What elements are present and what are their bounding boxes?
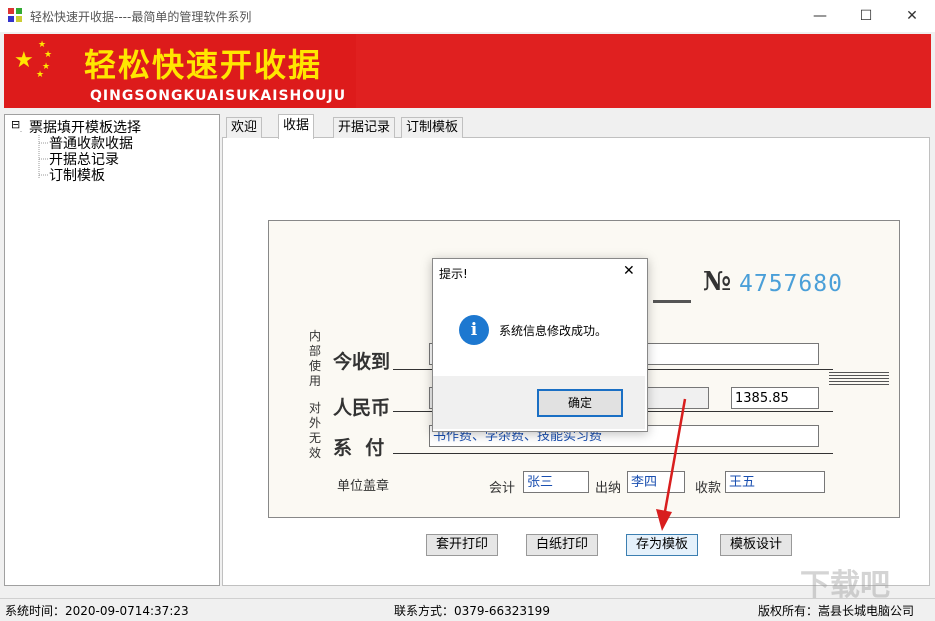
dialog-close-icon[interactable]: ✕: [623, 263, 635, 279]
cashier-label: 出纳: [595, 481, 622, 496]
seal-label: 单位盖章: [337, 479, 390, 494]
minimize-icon: —: [813, 8, 827, 24]
accountant-label: 会计: [489, 481, 516, 496]
status-bar: 系统时间：2020-09-0714:37:23 联系方式：0379-663231…: [0, 598, 935, 621]
save-template-button[interactable]: 存为模板: [626, 534, 698, 556]
status-copyright: 版权所有：嵩县长城电脑公司: [758, 604, 915, 618]
info-icon: i: [459, 315, 489, 345]
tab-welcome[interactable]: 欢迎: [226, 117, 263, 138]
tab-receipt[interactable]: 收据: [278, 114, 315, 139]
received-from-label: 今收到: [333, 351, 391, 373]
external-invalid-note: 对外无效: [309, 401, 322, 460]
window-title: 轻松快速开收据----最简单的管理软件系列: [30, 10, 252, 24]
status-contact: 联系方式：0379-66323199: [394, 604, 550, 618]
banner-background: [356, 34, 931, 108]
dialog-ok-button[interactable]: 确定: [537, 389, 623, 417]
design-template-button[interactable]: 模板设计: [720, 534, 792, 556]
receipt-number: 4757680: [739, 271, 843, 297]
app-icon: [8, 8, 22, 22]
hatch-pattern: [829, 371, 889, 385]
close-button[interactable]: ✕: [889, 0, 935, 32]
reason-label: 系 付: [333, 437, 385, 459]
status-time: 系统时间：2020-09-0714:37:23: [5, 604, 189, 618]
print-preset-button[interactable]: 套开打印: [426, 534, 498, 556]
rmb-label: 人民币: [333, 397, 391, 419]
minimize-button[interactable]: —: [797, 0, 843, 32]
banner-subtitle: QINGSONGKUAISUKAISHOUJU: [90, 88, 347, 104]
internal-use-note: 内部使用: [309, 329, 322, 388]
tree-item-custom-template[interactable]: 订制模板: [49, 165, 105, 185]
dialog-title: 提示!: [439, 267, 468, 281]
print-blank-button[interactable]: 白纸打印: [526, 534, 598, 556]
payee-input[interactable]: 王五: [725, 471, 825, 493]
close-icon: ✕: [906, 8, 918, 24]
template-tree: ⊟ 票据填开模板选择 普通收款收据 开据总记录 订制模板: [4, 114, 220, 586]
reason-line: [393, 453, 833, 454]
title-bar: 轻松快速开收据----最简单的管理软件系列 — ☐ ✕: [0, 0, 935, 32]
amount-input[interactable]: 1385.85: [731, 387, 819, 409]
dialog-message: 系统信息修改成功。: [499, 324, 608, 338]
tree-collapse-icon[interactable]: ⊟: [11, 118, 20, 131]
accountant-input[interactable]: 张三: [523, 471, 589, 493]
tab-custom-template[interactable]: 订制模板: [401, 117, 464, 138]
annotation-arrow-icon: [656, 398, 687, 531]
flag-stars-icon: ★ ★ ★ ★ ★: [14, 40, 53, 80]
banner-title: 轻松快速开收据: [84, 46, 323, 84]
tab-records[interactable]: 开据记录: [333, 117, 396, 138]
maximize-icon: ☐: [859, 8, 873, 24]
tree-lines: [20, 131, 49, 179]
number-underline: [653, 300, 691, 303]
receipt-number-prefix: №: [703, 267, 732, 297]
maximize-button[interactable]: ☐: [843, 0, 889, 32]
